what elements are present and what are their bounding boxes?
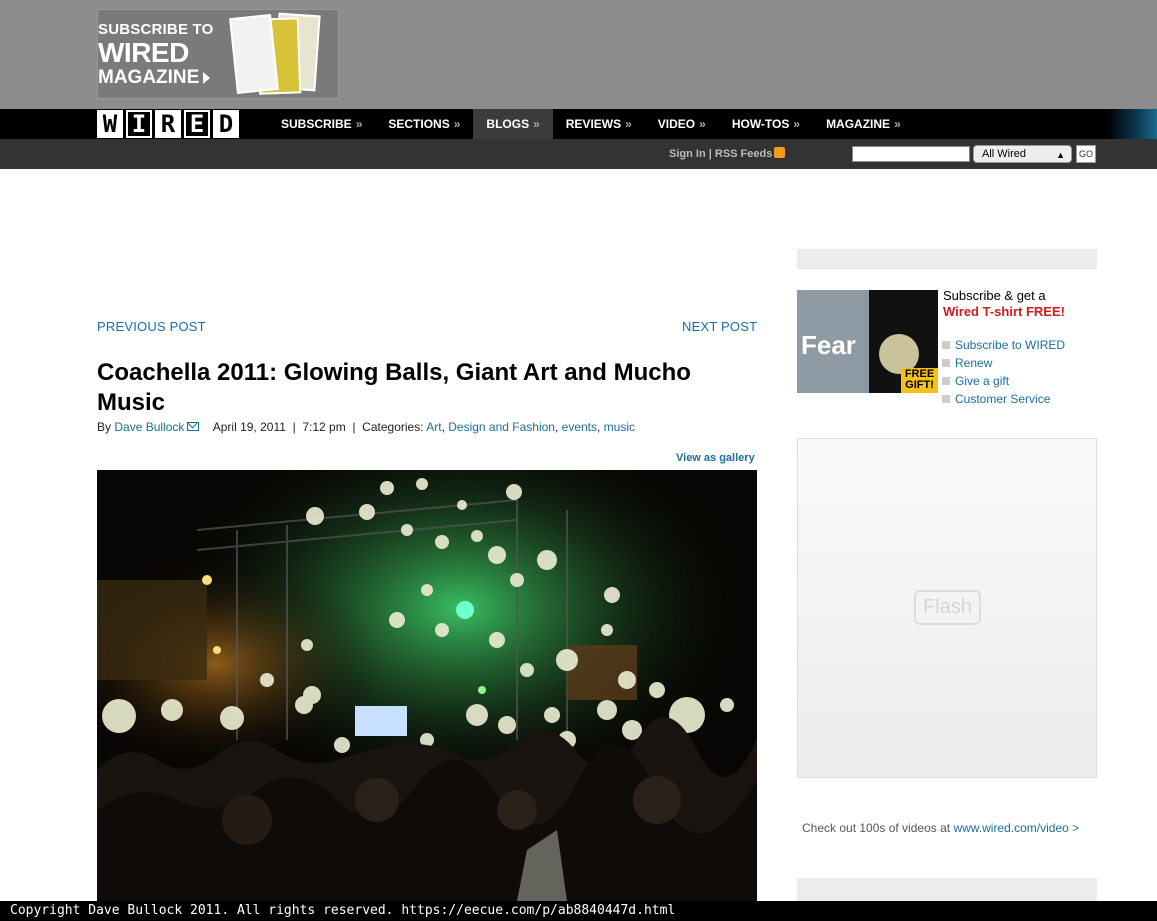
promo-line-2: WIRED	[98, 37, 189, 68]
post-date: April 19, 2011	[212, 420, 286, 434]
renew-link[interactable]: Renew	[942, 354, 1065, 372]
double-chevron-icon: »	[699, 117, 706, 131]
customer-service-link[interactable]: Customer Service	[942, 390, 1065, 408]
subscription-links: Subscribe to WIRED Renew Give a gift Cus…	[942, 336, 1065, 408]
double-chevron-icon: »	[625, 117, 632, 131]
video-promo-text: Check out 100s of videos at www.wired.co…	[802, 821, 1080, 835]
double-chevron-icon: »	[793, 117, 801, 131]
subscription-headline: Subscribe & get a Wired T-shirt FREE!	[943, 288, 1065, 319]
subscribe-link[interactable]: Subscribe to WIRED	[942, 336, 1065, 354]
magazine-cover-image	[229, 14, 279, 94]
logo-letter: R	[155, 110, 181, 138]
double-chevron-icon: »	[533, 117, 540, 131]
sidebar-section-header	[797, 878, 1097, 901]
main-navigation: W I R E D SUBSCRIBE» SECTIONS» BLOGS» RE…	[0, 109, 1157, 139]
flash-placeholder-button[interactable]: Flash	[914, 590, 981, 625]
utility-bar: Sign In | RSS Feeds All Wired ▲ GO	[0, 139, 1157, 169]
sign-in-link[interactable]: Sign In	[669, 148, 706, 160]
search-go-button[interactable]: GO	[1076, 145, 1096, 163]
logo-letter: D	[213, 110, 239, 138]
promo-line-1: SUBSCRIBE TO	[98, 21, 214, 38]
email-icon[interactable]	[187, 422, 200, 431]
bullet-square-icon	[942, 341, 950, 349]
logo-letter: I	[126, 110, 152, 138]
top-banner: SUBSCRIBE TO WIRED MAGAZINE	[0, 0, 1157, 109]
logo-letter: E	[184, 110, 210, 138]
account-links: Sign In | RSS Feeds	[669, 147, 786, 160]
cover-title: Fear	[801, 330, 856, 360]
double-chevron-icon: »	[355, 117, 363, 131]
concert-photo[interactable]	[97, 470, 757, 901]
copyright-footer: Copyright Dave Bullock 2011. All rights …	[0, 901, 1157, 921]
subscribe-promo-banner[interactable]: SUBSCRIBE TO WIRED MAGAZINE	[97, 9, 339, 99]
nav-item-how-tos[interactable]: HOW-TOS»	[719, 109, 813, 139]
category-link[interactable]: Art	[426, 420, 441, 434]
nav-item-video[interactable]: VIDEO»	[645, 109, 719, 139]
give-gift-link[interactable]: Give a gift	[942, 372, 1065, 390]
bullet-square-icon	[942, 359, 950, 367]
category-link[interactable]: music	[604, 420, 635, 434]
video-link[interactable]: www.wired.com/video	[953, 821, 1068, 835]
magazine-tshirt-ad-image[interactable]: Fear FREE GIFT!	[797, 290, 938, 393]
nav-item-reviews[interactable]: REVIEWS»	[553, 109, 645, 139]
subscription-ad: Fear FREE GIFT! Subscribe & get a Wired …	[797, 287, 1097, 407]
bullet-square-icon	[942, 377, 950, 385]
search-input[interactable]	[852, 146, 970, 162]
post-time: 7:12 pm	[302, 420, 346, 434]
view-as-gallery-link[interactable]: View as gallery	[676, 452, 755, 464]
nav-item-sections[interactable]: SECTIONS»	[375, 109, 473, 139]
play-arrow-icon	[203, 71, 211, 84]
category-link[interactable]: Design and Fashion	[448, 420, 555, 434]
nav-item-subscribe[interactable]: SUBSCRIBE»	[268, 109, 375, 139]
previous-post-link[interactable]: PREVIOUS POST	[97, 319, 206, 334]
nav-menu: SUBSCRIBE» SECTIONS» BLOGS» REVIEWS» VID…	[268, 109, 914, 139]
rss-icon[interactable]	[774, 147, 786, 158]
double-chevron-icon: »	[894, 117, 901, 131]
author-link[interactable]: Dave Bullock	[114, 420, 184, 434]
nav-item-blogs[interactable]: BLOGS»	[473, 109, 553, 139]
logo-letter: W	[97, 110, 123, 138]
sidebar-header-bar	[797, 249, 1097, 269]
post-title: Coachella 2011: Glowing Balls, Giant Art…	[97, 359, 691, 416]
flash-video-player[interactable]: Flash	[797, 438, 1097, 778]
nav-glow-decoration	[1107, 109, 1157, 139]
post-byline: By Dave Bullock April 19, 2011 | 7:12 pm…	[97, 420, 636, 434]
select-arrows-icon: ▲	[1056, 150, 1065, 160]
nav-item-magazine[interactable]: MAGAZINE»	[813, 109, 914, 139]
chevron-right-icon: >	[1072, 821, 1080, 835]
bullet-square-icon	[942, 395, 950, 403]
search-scope-select[interactable]: All Wired ▲	[973, 145, 1072, 163]
next-post-link[interactable]: NEXT POST	[682, 319, 757, 334]
separator: |	[705, 148, 715, 160]
promo-line-3: MAGAZINE	[98, 68, 213, 87]
rss-feeds-link[interactable]: RSS Feeds	[715, 148, 772, 160]
free-gift-badge: FREE GIFT!	[901, 368, 938, 393]
category-link[interactable]: events	[562, 420, 597, 434]
double-chevron-icon: »	[453, 117, 461, 131]
wired-logo[interactable]: W I R E D	[97, 110, 239, 138]
